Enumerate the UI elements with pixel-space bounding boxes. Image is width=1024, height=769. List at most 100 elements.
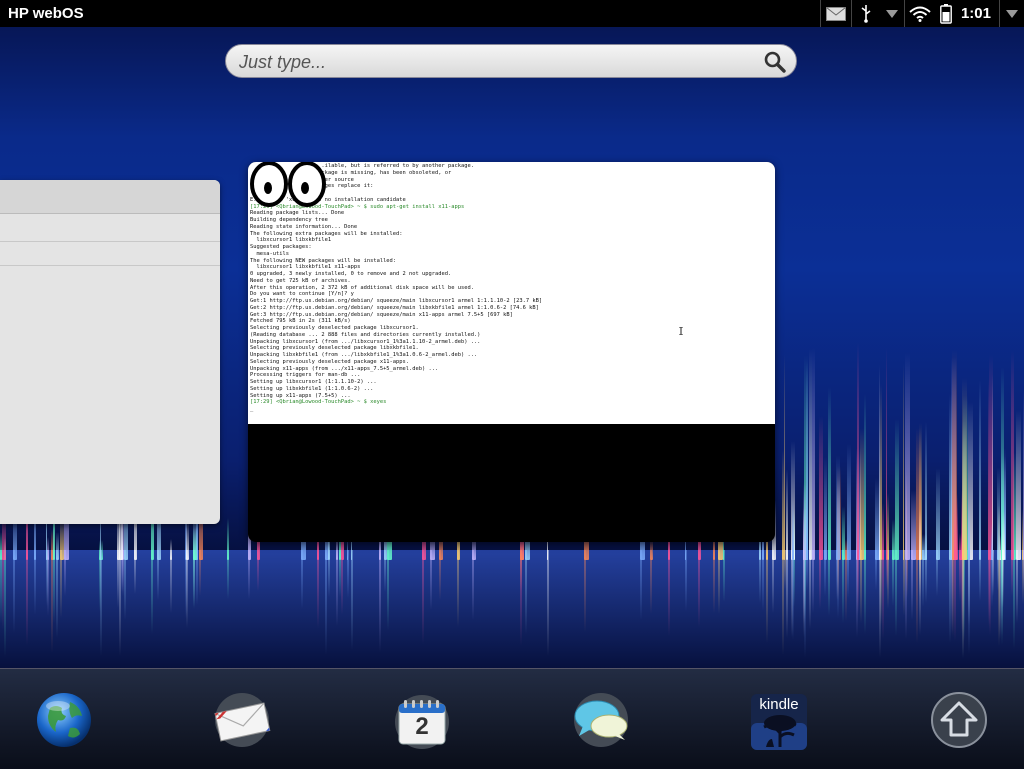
light-reflection [60,550,63,618]
mail-envelope-icon [212,692,272,753]
light-streak [783,354,786,560]
app-card-terminal[interactable]: .ilable, but is referred to by another p… [248,162,775,542]
light-streak [856,343,859,560]
terminal-line: _ [250,406,254,412]
dock-app-web-browser[interactable] [35,692,93,751]
light-reflection [684,550,687,611]
light-reflection [55,550,58,638]
terminal-line: Setting up libxcursor1 (1:1.1.10-2) ... [250,379,377,385]
dock-app-email[interactable] [212,692,272,753]
light-streak [902,363,904,560]
light-reflection [227,550,230,599]
light-reflection [1,550,4,630]
terminal-line: Unpacking libxkbfile1 (from .../libxkbfi… [250,352,478,358]
search-placeholder: Just type... [239,52,327,72]
wifi-icon[interactable] [905,0,935,27]
light-reflection [667,550,670,637]
device-menu-title[interactable]: HP webOS [8,5,84,22]
light-reflection [967,550,970,654]
light-reflection [324,550,327,655]
calendar-icon: 2 [394,694,450,750]
usb-icon[interactable] [852,0,880,27]
light-reflection [809,550,812,629]
terminal-line: Need to get 725 kB of archives. [250,277,351,284]
light-streak [885,347,888,560]
light-reflection [791,550,794,641]
terminal-line: Unpacking libxcursor1 (from .../libxcurs… [250,338,481,345]
light-reflection [422,550,425,644]
light-streak [836,454,840,560]
light-streak [997,467,1000,560]
terminal-line: 0 upgraded, 3 newly installed, 0 to remo… [250,271,452,277]
light-reflection [758,550,761,603]
dock-app-calendar[interactable]: 2 [393,693,451,751]
just-type-search-bar[interactable]: Just type... [225,44,797,78]
terminal-line: Get:3 http://ftp.us.debian.org/debian/ s… [250,311,513,318]
light-reflection [387,550,390,631]
light-reflection [33,550,36,615]
menu-down-icon[interactable] [1000,0,1024,27]
light-reflection [918,550,921,635]
light-reflection [327,550,330,598]
light-reflection [902,550,905,616]
light-reflection [925,550,928,603]
light-reflection [340,550,343,615]
light-reflection [472,550,475,621]
light-reflection [935,550,938,596]
light-reflection [856,550,859,615]
light-reflection [247,550,250,599]
light-reflection [885,550,888,591]
light-reflection [846,550,849,599]
light-reflection [874,550,877,591]
mail-icon[interactable] [821,0,851,27]
app-card-left[interactable] [0,180,220,524]
light-reflection [45,550,48,606]
light-reflection [1011,550,1014,597]
terminal-line: Setting up x11-apps (7.5+5) ... [250,392,351,399]
light-reflection [193,550,196,610]
light-streak [925,422,928,560]
light-reflection [64,550,67,597]
light-reflection [805,550,808,592]
light-reflection [836,550,839,600]
light-reflection [584,550,587,632]
dock-app-kindle[interactable]: kindle [750,693,808,751]
dock-app-launcher[interactable] [930,691,988,751]
battery-icon[interactable] [935,0,957,27]
light-reflection [430,550,433,610]
light-reflection [842,550,845,623]
light-reflection [697,550,700,628]
light-streak [1011,350,1014,560]
status-bar: HP webOS 1:01 [0,0,1024,27]
chat-bubbles-icon [571,692,631,753]
light-reflection [119,550,122,656]
menu-down-icon[interactable] [880,0,904,27]
light-streak [962,378,967,560]
wallpaper-water [0,550,1024,670]
light-streak [905,352,910,560]
light-reflection [379,550,382,652]
light-reflection [959,550,962,603]
light-reflection [892,550,895,606]
light-reflection [718,550,721,615]
terminal-line: Building dependency tree [250,217,328,223]
terminal-line: Unpacking x11-apps (from .../x11-apps_7.… [250,365,439,372]
light-streak [828,387,832,560]
clock[interactable]: 1:01 [961,5,991,22]
terminal-line: libxcursor1 libxkbfile1 x11-apps [250,264,361,271]
light-reflection [785,550,788,638]
terminal-line: (Reading database ... 2 888 files and di… [250,331,481,338]
search-icon[interactable] [764,51,786,78]
light-reflection [997,550,1000,591]
light-reflection [783,550,786,591]
light-reflection [864,550,867,634]
light-reflection [3,550,6,657]
light-reflection [438,550,441,600]
dock-app-messaging[interactable] [571,692,631,753]
light-streak [894,419,899,560]
light-reflection [882,550,885,640]
light-reflection [905,550,908,640]
light-reflection [1016,550,1019,623]
light-reflection [954,550,957,642]
light-reflection [150,550,153,635]
